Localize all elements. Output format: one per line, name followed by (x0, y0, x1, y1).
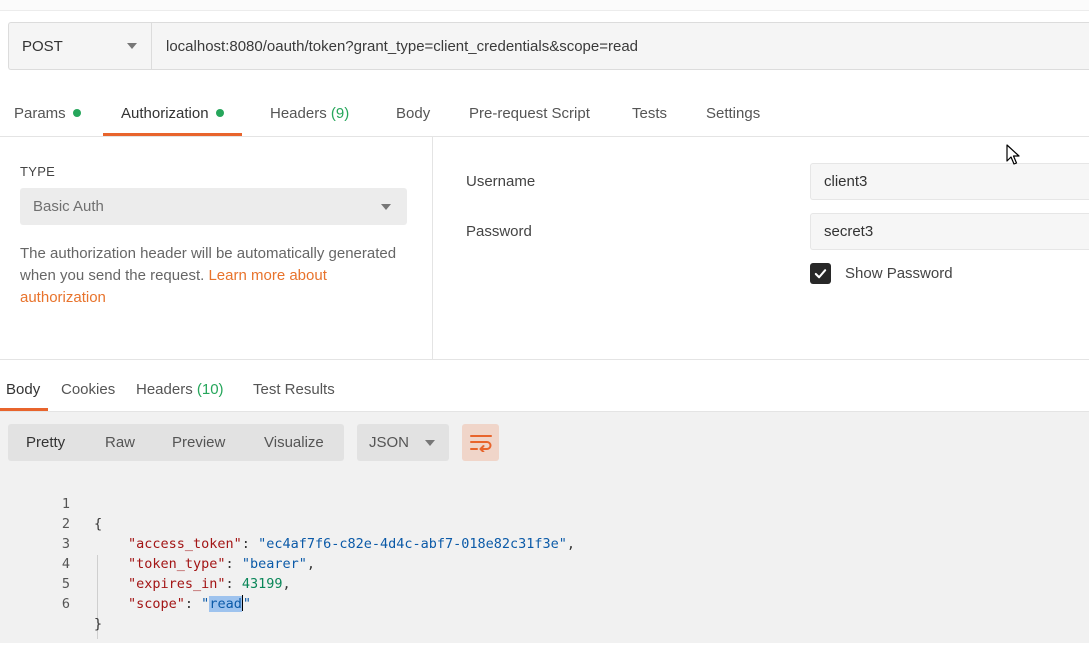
format-pretty-button[interactable]: Pretty (26, 424, 65, 461)
code-line: 6 } (0, 574, 102, 632)
username-label: Username (466, 173, 536, 190)
json-key: "token_type" (128, 556, 226, 572)
code-line: 2 "access_token": "ec4af7f6-c82e-4d4c-ab… (0, 494, 575, 552)
json-key: "scope" (128, 596, 185, 612)
type-label: TYPE (20, 164, 56, 179)
code-line: 5 "scope": "read" (0, 554, 251, 612)
username-field[interactable]: client3 (810, 163, 1089, 200)
tab-count: (10) (196, 381, 224, 398)
response-tab-test-results[interactable]: Test Results (253, 372, 335, 411)
request-tabs: Params Authorization Headers (9) Body Pr… (0, 96, 1089, 137)
chevron-down-icon (381, 203, 391, 210)
auth-type-dropdown[interactable]: Basic Auth (20, 188, 407, 225)
code-text: "token_type": "bearer", (128, 556, 315, 572)
request-bar: POST localhost:8080/oauth/token?grant_ty… (8, 22, 1089, 70)
tab-settings[interactable]: Settings (706, 96, 760, 136)
format-preview-button[interactable]: Preview (172, 424, 225, 461)
response-tab-body[interactable]: Body (0, 372, 49, 411)
show-password-checkbox[interactable] (810, 263, 831, 284)
chevron-down-icon (127, 43, 137, 49)
json-value: "ec4af7f6-c82e-4d4c-abf7-018e82c31f3e" (258, 536, 567, 552)
chevron-down-icon (425, 439, 435, 446)
code-text: "expires_in": 43199, (128, 576, 291, 592)
json-value: 43199 (241, 576, 283, 592)
tab-label: Headers (270, 105, 327, 122)
format-toggle-group: Pretty Raw Preview Visualize (8, 424, 344, 461)
tab-headers[interactable]: Headers (9) (270, 96, 349, 136)
code-line: 3 "token_type": "bearer", (0, 514, 315, 572)
mouse-pointer-icon (1006, 144, 1020, 165)
tab-params[interactable]: Params (14, 96, 81, 136)
code-line: 4 "expires_in": 43199, (0, 534, 291, 592)
code-text: "access_token": "ec4af7f6-c82e-4d4c-abf7… (128, 536, 576, 552)
tab-body[interactable]: Body (396, 96, 430, 136)
tab-label: Authorization (121, 105, 209, 122)
password-field[interactable]: secret3 (810, 213, 1089, 250)
selected-text: read (209, 596, 242, 612)
method-dropdown[interactable]: POST (9, 23, 152, 69)
url-input[interactable]: localhost:8080/oauth/token?grant_type=cl… (152, 38, 638, 55)
response-tab-headers[interactable]: Headers (10) (136, 372, 224, 411)
json-value: "bearer" (241, 556, 307, 572)
language-dropdown[interactable]: JSON (357, 424, 449, 461)
format-raw-button[interactable]: Raw (105, 424, 135, 461)
code-text: } (94, 616, 103, 632)
tab-count: (9) (330, 105, 350, 122)
response-tab-cookies[interactable]: Cookies (61, 372, 115, 411)
auth-help-text: The authorization header will be automat… (20, 243, 415, 309)
text-cursor (241, 595, 243, 611)
tab-label: Params (14, 105, 66, 122)
status-dot-icon (72, 109, 81, 118)
tab-label: Headers (136, 381, 193, 398)
language-label: JSON (369, 434, 410, 451)
status-dot-icon (215, 109, 224, 118)
section-divider (0, 359, 1089, 360)
line-number: 6 (61, 596, 70, 612)
json-key: "access_token" (128, 536, 242, 552)
checkmark-icon (814, 269, 827, 279)
format-visualize-button[interactable]: Visualize (264, 424, 324, 461)
code-line: 1 { (0, 474, 102, 532)
top-strip (0, 0, 1089, 11)
code-text: { (94, 516, 103, 532)
wrap-lines-button[interactable] (462, 424, 499, 461)
response-body-area: Pretty Raw Preview Visualize JSON 1 { 2 … (0, 412, 1089, 643)
tab-tests[interactable]: Tests (632, 96, 667, 136)
wrap-lines-icon (469, 434, 492, 452)
password-label: Password (466, 223, 532, 240)
json-value: "read" (201, 595, 251, 612)
json-key: "expires_in" (128, 576, 226, 592)
auth-type-panel: TYPE Basic Auth The authorization header… (0, 137, 433, 359)
method-label: POST (22, 37, 63, 55)
show-password-label: Show Password (845, 265, 953, 282)
tab-authorization[interactable]: Authorization (103, 96, 242, 136)
response-tabs: Body Cookies Headers (10) Test Results (0, 372, 1089, 412)
auth-type-value: Basic Auth (33, 198, 104, 215)
code-text: "scope": "read" (128, 595, 251, 612)
tab-pre-request-script[interactable]: Pre-request Script (469, 96, 590, 136)
